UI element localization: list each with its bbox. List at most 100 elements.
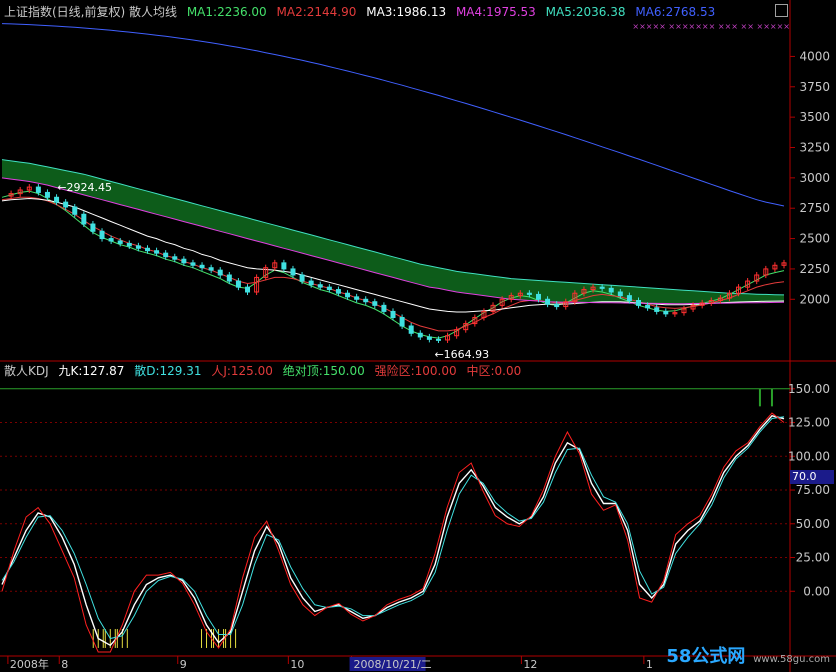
candle-body xyxy=(126,242,132,247)
x-tick-label: 9 xyxy=(180,658,187,671)
watermark: 58公式网 www.58gu.com xyxy=(666,642,830,668)
top-label: 绝对顶:150.00 xyxy=(282,364,365,378)
candle-body xyxy=(381,304,387,312)
candle-body xyxy=(144,247,150,252)
candle-body xyxy=(235,280,241,288)
low-annotation: ←1664.93 xyxy=(434,348,489,361)
candle-body xyxy=(354,296,360,300)
ma6-label: MA6:2768.53 xyxy=(635,5,716,19)
x-tick-label: 2008/10/21/二 xyxy=(354,658,432,671)
top-title: 上证指数(日线,前复权) 散人均线 xyxy=(4,5,177,19)
candle-body xyxy=(135,245,141,249)
watermark-logo: 58公式网 xyxy=(666,646,746,667)
kdj-value-tag: 70.0 xyxy=(790,470,834,484)
candle-body xyxy=(172,256,178,260)
candle-body xyxy=(326,286,332,291)
candle-body xyxy=(554,303,560,308)
candle-body xyxy=(545,298,551,305)
candle-body xyxy=(208,267,214,271)
ma-line-6 xyxy=(1,23,785,207)
candle-body xyxy=(181,258,187,264)
candle-body xyxy=(417,332,423,338)
candle-body xyxy=(345,292,351,298)
candle-body xyxy=(317,284,323,288)
candle-body xyxy=(617,291,623,297)
candle-body xyxy=(72,206,78,215)
top-ytick-label: 2750 xyxy=(799,201,830,215)
candle-body xyxy=(163,252,169,258)
top-ytick-label: 3500 xyxy=(799,110,830,124)
candle-body xyxy=(408,325,414,334)
ma2-label: MA2:2144.90 xyxy=(276,5,357,19)
candle-body xyxy=(199,264,205,269)
candle-body xyxy=(636,300,642,306)
candle-body xyxy=(35,186,41,193)
j-label: 人J:125.00 xyxy=(211,364,273,378)
ma-band xyxy=(2,159,784,304)
candle-body xyxy=(245,286,251,293)
candle-body xyxy=(526,292,532,295)
candle-body xyxy=(435,338,441,341)
maximize-icon[interactable] xyxy=(775,4,788,17)
top-ytick-label: 3000 xyxy=(799,171,830,185)
x-tick-label: 8 xyxy=(61,658,68,671)
candle-body xyxy=(44,191,50,198)
candle-body xyxy=(372,301,378,306)
top-ytick-label: 3750 xyxy=(799,80,830,94)
top-header: 上证指数(日线,前复权) 散人均线 MA1:2236.00 MA2:2144.9… xyxy=(4,5,721,19)
d-label: 散D:129.31 xyxy=(134,364,202,378)
signal-marks: ××××× ××××××× ××× ×× ××××× xyxy=(632,22,790,31)
kdj-ytick-label: 150.00 xyxy=(788,382,830,396)
ma3-label: MA3:1986.13 xyxy=(366,5,447,19)
candle-body xyxy=(281,262,287,270)
candle-body xyxy=(290,268,296,276)
kdj-ytick-label: 25.00 xyxy=(796,551,830,565)
kdj-ytick-label: 0.00 xyxy=(803,584,830,598)
top-ytick-label: 2000 xyxy=(799,292,830,306)
candle-body xyxy=(399,317,405,327)
candle-body xyxy=(217,269,223,276)
watermark-url: www.58gu.com xyxy=(753,654,830,665)
candle-body xyxy=(663,310,669,315)
candle-body xyxy=(90,223,96,232)
candle-body xyxy=(390,310,396,318)
candle-body xyxy=(654,307,660,312)
x-tick-label: 2008年 xyxy=(10,657,49,671)
kdj-title: 散人KDJ xyxy=(4,364,49,378)
candle-body xyxy=(117,240,123,244)
candle-body xyxy=(190,262,196,266)
kdj-line-1 xyxy=(1,415,785,647)
kdj-ytick-label: 125.00 xyxy=(788,416,830,430)
k-label: 九K:127.87 xyxy=(58,364,125,378)
ma1-label: MA1:2236.00 xyxy=(186,5,267,19)
top-ytick-label: 2500 xyxy=(799,232,830,246)
candle-body xyxy=(335,289,341,294)
candle-body xyxy=(108,238,114,242)
oversold-bars xyxy=(92,629,237,648)
candle-body xyxy=(99,230,105,240)
candle-body xyxy=(299,274,305,282)
x-tick-label: 12 xyxy=(523,658,537,671)
candle-body xyxy=(81,213,87,225)
candle-body xyxy=(54,196,60,203)
mid-label: 中区:0.00 xyxy=(466,364,522,378)
candle-body xyxy=(535,293,541,300)
stock-chart[interactable]: 2000 2250 2500 2750 3000 3250 3500 3750 4000 ←292… xyxy=(0,0,836,672)
candle-body xyxy=(63,201,69,208)
candle-body xyxy=(626,295,632,301)
bottom-header: 散人KDJ 九K:127.87 散D:129.31 人J:125.00 绝对顶:… xyxy=(4,364,527,378)
candle-body xyxy=(154,250,160,254)
top-ytick-label: 4000 xyxy=(799,49,830,63)
x-tick-label: 10 xyxy=(290,658,304,671)
top-ytick-label: 3250 xyxy=(799,141,830,155)
kdj-ytick-label: 50.00 xyxy=(796,517,830,531)
candle-body xyxy=(308,280,314,286)
top-ytick-label: 2250 xyxy=(799,262,830,276)
risk-label: 强险区:100.00 xyxy=(374,364,457,378)
candle-body xyxy=(608,287,614,293)
kdj-ytick-label: 75.00 xyxy=(796,483,830,497)
ma4-label: MA4:1975.53 xyxy=(455,5,536,19)
x-tick-label: 1 xyxy=(646,658,653,671)
candle-body xyxy=(599,286,605,289)
candle-body xyxy=(645,304,651,309)
